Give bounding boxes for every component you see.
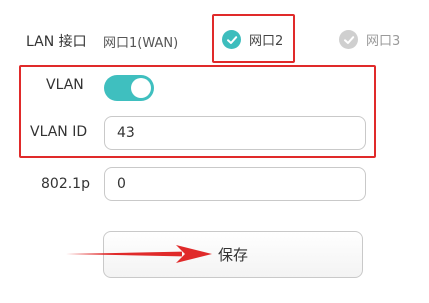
- dot1p-value: 0: [117, 176, 126, 192]
- vlan-id-label: VLAN ID: [30, 124, 88, 140]
- toggle-knob: [131, 78, 151, 98]
- lan-port-label: LAN 接口: [26, 34, 87, 50]
- vlan-id-value: 43: [117, 125, 135, 141]
- arrow-icon: [66, 245, 212, 263]
- vlan-toggle[interactable]: [104, 75, 154, 101]
- port-option-3: 网口3: [339, 30, 400, 49]
- disabled-check-icon: [339, 30, 358, 49]
- port-option-1[interactable]: 网口1(WAN): [103, 32, 178, 51]
- vlan-id-input[interactable]: 43: [104, 116, 366, 150]
- port-option-3-label: 网口3: [366, 34, 401, 49]
- vlan-label: VLAN: [46, 77, 84, 93]
- port-option-2-label: 网口2: [249, 34, 284, 49]
- checked-icon: [222, 30, 241, 49]
- dot1p-label: 802.1p: [41, 176, 90, 192]
- port-option-2[interactable]: 网口2: [222, 30, 283, 49]
- dot1p-input[interactable]: 0: [104, 167, 366, 201]
